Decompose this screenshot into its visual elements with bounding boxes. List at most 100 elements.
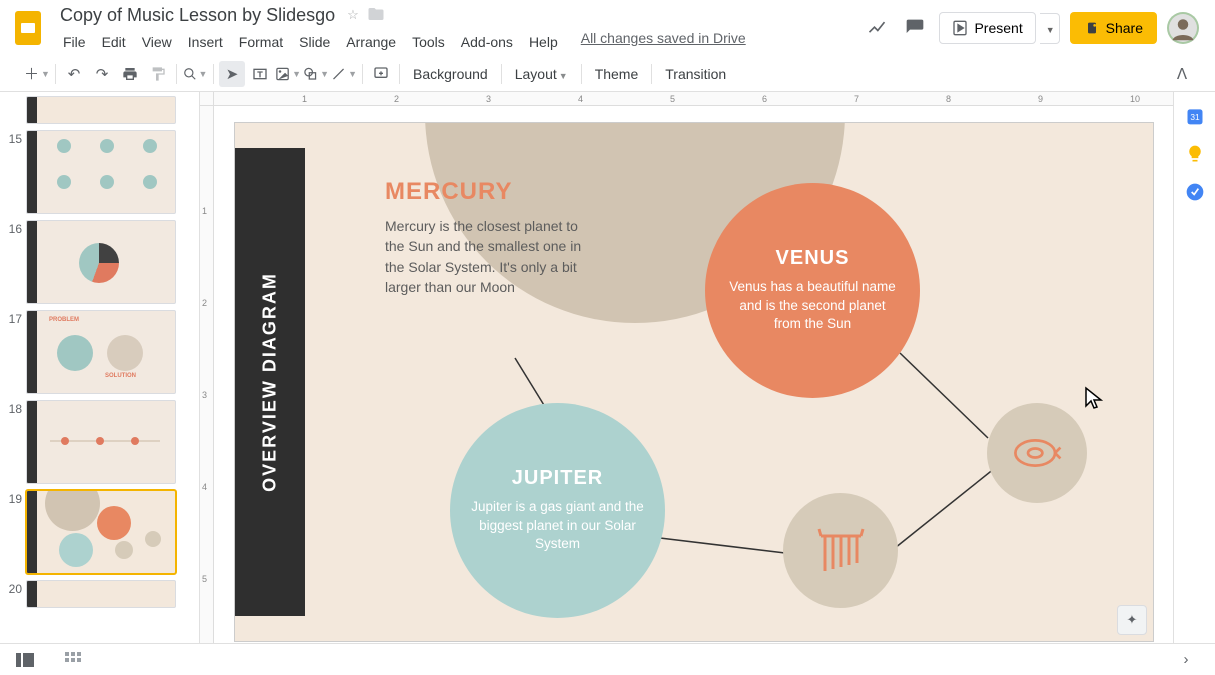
jupiter-body: Jupiter is a gas giant and the biggest p… bbox=[470, 498, 645, 555]
jupiter-title: JUPITER bbox=[512, 467, 603, 490]
share-button[interactable]: Share bbox=[1070, 12, 1157, 44]
show-side-panel-button[interactable]: › bbox=[1173, 647, 1199, 673]
slide-thumb-16[interactable] bbox=[26, 220, 176, 304]
svg-text:31: 31 bbox=[1190, 112, 1200, 122]
comments-icon[interactable] bbox=[901, 14, 929, 42]
ruler-tick: 6 bbox=[762, 94, 767, 104]
theme-button[interactable]: Theme bbox=[587, 66, 647, 82]
ruler-tick: 2 bbox=[202, 298, 207, 308]
explore-button[interactable]: ✦ bbox=[1117, 605, 1147, 635]
layout-label: Layout bbox=[515, 66, 557, 82]
menu-slide[interactable]: Slide bbox=[292, 30, 337, 54]
transition-button[interactable]: Transition bbox=[657, 66, 734, 82]
paint-format-button[interactable] bbox=[145, 61, 171, 87]
redo-button[interactable]: ↷ bbox=[89, 61, 115, 87]
activity-icon[interactable] bbox=[863, 14, 891, 42]
workspace: 15 1 6 1 7 bbox=[0, 92, 1215, 675]
new-slide-button[interactable]: ＋▼ bbox=[24, 61, 50, 87]
mercury-body: Mercury is the closest planet to the Sun… bbox=[385, 216, 595, 297]
menu-help[interactable]: Help bbox=[522, 30, 565, 54]
venus-body: Venus has a beautiful name and is the se… bbox=[725, 278, 900, 335]
chimes-icon-circle[interactable] bbox=[783, 493, 898, 608]
slide-thumb-17[interactable]: PROBLEM SOLUTION bbox=[26, 310, 176, 394]
save-state[interactable]: All changes saved in Drive bbox=[581, 30, 746, 54]
drum-icon bbox=[1010, 426, 1064, 480]
thumb-row: 19 bbox=[4, 490, 195, 574]
zoom-button[interactable]: ▼ bbox=[182, 61, 208, 87]
tasks-icon[interactable] bbox=[1185, 182, 1205, 202]
ruler-tick: 2 bbox=[394, 94, 399, 104]
mercury-text[interactable]: MERCURY Mercury is the closest planet to… bbox=[385, 178, 595, 297]
separator bbox=[55, 64, 56, 84]
background-button[interactable]: Background bbox=[405, 66, 496, 82]
comment-tool[interactable] bbox=[368, 61, 394, 87]
shape-tool[interactable]: ▼ bbox=[303, 61, 329, 87]
ruler-tick: 5 bbox=[670, 94, 675, 104]
slides-logo[interactable] bbox=[8, 8, 48, 48]
venus-title: VENUS bbox=[776, 247, 850, 270]
thumb-label: SOLUTION bbox=[105, 373, 136, 379]
ruler-tick: 1 bbox=[302, 94, 307, 104]
thumb-row: 15 bbox=[4, 130, 195, 214]
slide-thumb-20[interactable] bbox=[26, 580, 176, 608]
drum-icon-circle[interactable] bbox=[987, 403, 1087, 503]
slide-canvas[interactable]: OVERVIEW DIAGRAM MERCURY Mercury is the … bbox=[234, 122, 1154, 642]
present-button[interactable]: Present bbox=[939, 12, 1035, 44]
menu-tools[interactable]: Tools bbox=[405, 30, 452, 54]
thumbnail-panel[interactable]: 15 16 17 bbox=[0, 92, 200, 675]
menu-arrange[interactable]: Arrange bbox=[339, 30, 403, 54]
line-tool[interactable]: ▼ bbox=[331, 61, 357, 87]
grid-view-button[interactable] bbox=[60, 647, 86, 673]
image-tool[interactable]: ▼ bbox=[275, 61, 301, 87]
layout-button[interactable]: Layout▼ bbox=[507, 66, 576, 82]
ruler-tick: 7 bbox=[854, 94, 859, 104]
thumb-num bbox=[4, 96, 22, 124]
slide-thumb-14[interactable] bbox=[26, 96, 176, 124]
account-avatar[interactable] bbox=[1167, 12, 1199, 44]
thumb-row: 18 bbox=[4, 400, 195, 484]
filmstrip-view-button[interactable] bbox=[12, 647, 38, 673]
slide-sidebar: OVERVIEW DIAGRAM bbox=[235, 148, 305, 616]
menubar: File Edit View Insert Format Slide Arran… bbox=[56, 30, 863, 54]
menu-addons[interactable]: Add-ons bbox=[454, 30, 520, 54]
print-button[interactable] bbox=[117, 61, 143, 87]
thumb-num: 18 bbox=[4, 400, 22, 484]
menu-format[interactable]: Format bbox=[232, 30, 290, 54]
mercury-title: MERCURY bbox=[385, 178, 595, 206]
menu-edit[interactable]: Edit bbox=[95, 30, 133, 54]
jupiter-circle[interactable]: JUPITER Jupiter is a gas giant and the b… bbox=[450, 403, 665, 618]
title-bar: Copy of Music Lesson by Slidesgo ☆ File … bbox=[0, 0, 1215, 56]
ruler-vertical[interactable]: 1 2 3 4 5 bbox=[200, 106, 214, 675]
slide-thumb-19[interactable] bbox=[26, 490, 176, 574]
chimes-icon bbox=[811, 521, 871, 581]
move-folder-icon[interactable] bbox=[367, 5, 385, 26]
ruler-corner bbox=[200, 92, 214, 106]
side-panel: 31 bbox=[1173, 92, 1215, 675]
separator bbox=[501, 64, 502, 84]
hide-menus-button[interactable]: ᐱ bbox=[1169, 61, 1195, 87]
keep-icon[interactable] bbox=[1185, 144, 1205, 164]
menu-view[interactable]: View bbox=[135, 30, 179, 54]
textbox-tool[interactable] bbox=[247, 61, 273, 87]
calendar-icon[interactable]: 31 bbox=[1185, 106, 1205, 126]
slide-thumb-18[interactable] bbox=[26, 400, 176, 484]
slide-thumb-15[interactable] bbox=[26, 130, 176, 214]
present-dropdown[interactable]: ▼ bbox=[1040, 13, 1060, 44]
ruler-tick: 8 bbox=[946, 94, 951, 104]
thumb-num: 20 bbox=[4, 580, 22, 608]
star-icon[interactable]: ☆ bbox=[347, 7, 359, 23]
thumb-row: 20 bbox=[4, 580, 195, 608]
thumb-num: 19 bbox=[4, 490, 22, 574]
doc-title[interactable]: Copy of Music Lesson by Slidesgo bbox=[56, 3, 339, 28]
ruler-tick: 1 bbox=[202, 206, 207, 216]
ruler-tick: 9 bbox=[1038, 94, 1043, 104]
canvas-area: 1 2 3 4 5 6 7 8 9 10 1 2 3 4 5 bbox=[200, 92, 1173, 675]
ruler-horizontal[interactable]: 1 2 3 4 5 6 7 8 9 10 bbox=[214, 92, 1173, 106]
undo-button[interactable]: ↶ bbox=[61, 61, 87, 87]
select-tool[interactable]: ➤ bbox=[219, 61, 245, 87]
slide-scroll-area[interactable]: OVERVIEW DIAGRAM MERCURY Mercury is the … bbox=[214, 106, 1173, 675]
venus-circle[interactable]: VENUS Venus has a beautiful name and is … bbox=[705, 183, 920, 398]
menu-file[interactable]: File bbox=[56, 30, 93, 54]
menu-insert[interactable]: Insert bbox=[181, 30, 230, 54]
separator bbox=[581, 64, 582, 84]
